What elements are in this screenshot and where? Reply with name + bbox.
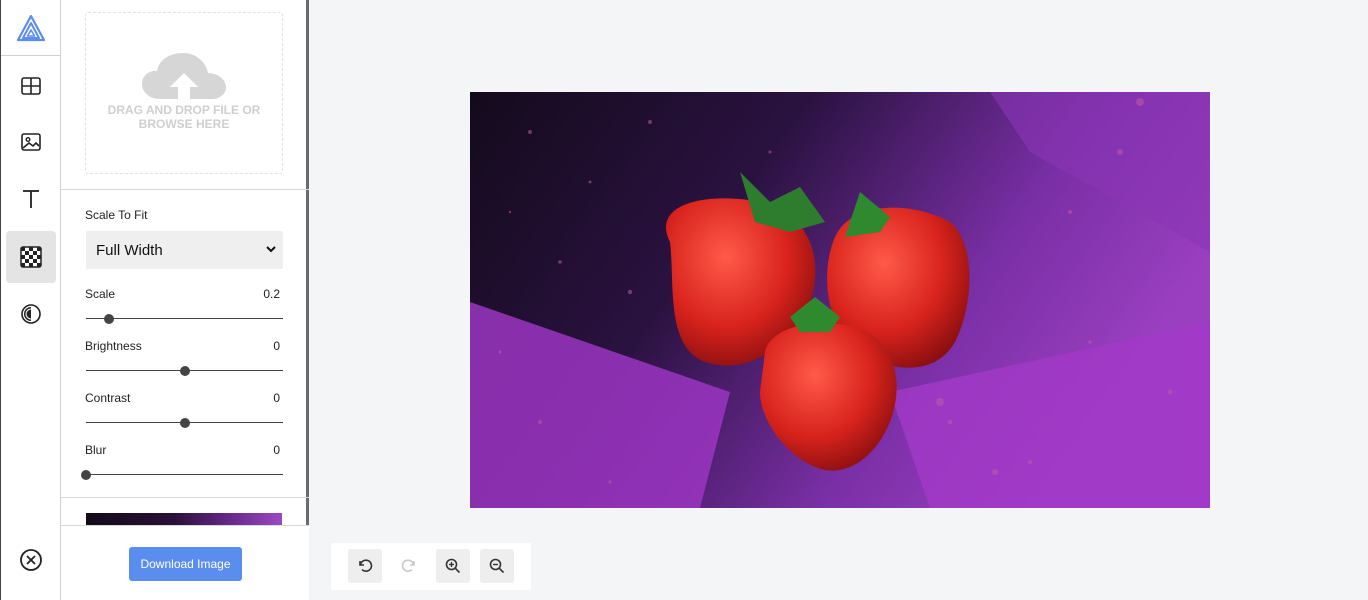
zoom-out-icon — [489, 558, 505, 574]
contrast-filter-icon — [21, 304, 41, 324]
canvas-toolbar — [331, 543, 531, 590]
scale-to-fit-label: Scale To Fit — [85, 208, 148, 222]
slider-thumb[interactable] — [103, 314, 114, 324]
tool-text[interactable] — [6, 173, 56, 225]
contrast-slider[interactable] — [86, 417, 283, 429]
slider-track — [86, 318, 283, 319]
tool-background[interactable] — [6, 231, 56, 283]
tool-layout[interactable] — [6, 60, 56, 112]
canvas-image[interactable] — [470, 92, 1210, 508]
scale-label: Scale — [85, 287, 116, 301]
logo-icon — [16, 14, 46, 41]
settings-panel: Drag and drop file or browse here Scale … — [61, 0, 309, 600]
contrast-label: Contrast — [85, 391, 131, 405]
tool-filters[interactable] — [6, 288, 56, 340]
brightness-label: Brightness — [85, 339, 142, 353]
scale-slider[interactable] — [86, 313, 283, 325]
close-button[interactable] — [6, 534, 56, 586]
close-circle-icon — [20, 549, 42, 571]
text-icon — [23, 190, 39, 208]
scale-to-fit-select[interactable]: Full Width — [86, 231, 283, 269]
divider — [61, 497, 309, 498]
zoom-in-icon — [445, 558, 461, 574]
undo-button[interactable] — [348, 549, 382, 583]
strawberries-photo — [470, 92, 1210, 508]
contrast-value: 0 — [273, 391, 280, 405]
brightness-slider[interactable] — [86, 365, 283, 377]
chevron-down-icon — [266, 246, 276, 253]
panel-footer: Download Image — [61, 525, 309, 600]
blur-value: 0 — [273, 443, 280, 457]
download-image-button[interactable]: Download Image — [129, 547, 242, 581]
tool-image[interactable] — [6, 116, 56, 168]
divider — [61, 189, 309, 190]
scale-value: 0.2 — [263, 287, 280, 301]
slider-thumb[interactable] — [179, 418, 190, 428]
slider-track — [86, 474, 283, 475]
blur-slider[interactable] — [81, 469, 283, 481]
cloud-upload-icon — [142, 53, 226, 99]
image-icon — [21, 133, 41, 151]
zoom-in-button[interactable] — [436, 549, 470, 583]
checkerboard-icon — [20, 246, 42, 268]
slider-thumb[interactable] — [179, 366, 190, 376]
tool-rail — [0, 0, 61, 600]
file-dropzone[interactable]: Drag and drop file or browse here — [85, 12, 283, 174]
redo-icon — [401, 559, 415, 572]
zoom-out-button[interactable] — [480, 549, 514, 583]
dropzone-text: Drag and drop file or browse here — [107, 103, 261, 131]
redo-button[interactable] — [392, 549, 426, 583]
blur-label: Blur — [85, 443, 107, 457]
layout-grid-icon — [21, 77, 41, 95]
scale-to-fit-value: Full Width — [96, 241, 163, 259]
undo-icon — [359, 559, 373, 572]
app-logo[interactable] — [1, 0, 61, 56]
brightness-value: 0 — [273, 339, 280, 353]
slider-thumb[interactable] — [81, 470, 91, 480]
